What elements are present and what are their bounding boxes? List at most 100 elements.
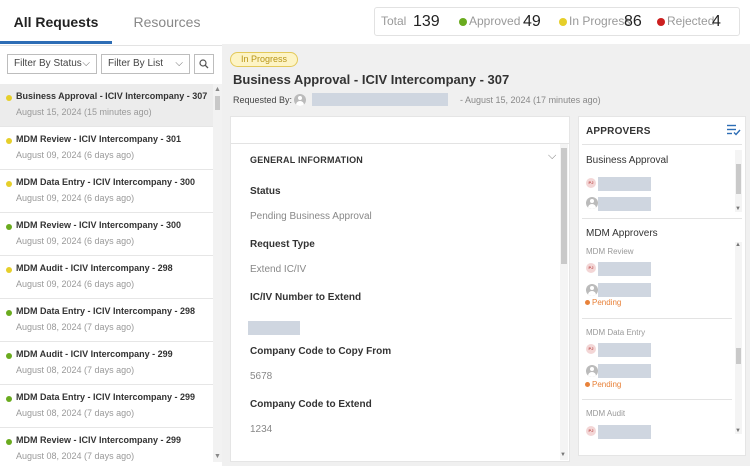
- divider: [582, 144, 742, 145]
- chevron-down-icon[interactable]: ⌵: [548, 150, 556, 163]
- list-item-title: MDM Review - ICIV Intercompany - 299: [16, 435, 182, 445]
- list-item-date: August 08, 2024 (7 days ago): [16, 365, 135, 375]
- list-item[interactable]: MDM Review - ICIV Intercompany - 300 Aug…: [0, 213, 213, 256]
- list-item-date: August 08, 2024 (7 days ago): [16, 408, 135, 418]
- filter-by-list-select[interactable]: Filter By List ⌵: [101, 54, 190, 74]
- field-label: IC/IV Number to Extend: [250, 292, 362, 303]
- field-value: 5678: [250, 371, 273, 382]
- rejected-count: 4: [712, 13, 721, 30]
- scroll-down-icon[interactable]: ▼: [735, 428, 741, 434]
- scrollbar-thumb[interactable]: [561, 148, 567, 264]
- approved-dot: [459, 18, 467, 26]
- list-check-icon[interactable]: [727, 124, 741, 136]
- filter-by-status-select[interactable]: Filter By Status ⌵: [7, 54, 97, 74]
- status-dot: [6, 224, 12, 230]
- list-scrollbar[interactable]: ▲ ▼: [213, 84, 222, 462]
- scrollbar-thumb[interactable]: [215, 96, 220, 110]
- approved-count: 49: [523, 13, 541, 30]
- redacted-approver: [598, 343, 651, 357]
- status-dot: [6, 267, 12, 273]
- total-count: 139: [413, 13, 440, 30]
- list-item-date: August 08, 2024 (7 days ago): [16, 451, 135, 461]
- list-item-title: MDM Review - ICIV Intercompany - 301: [16, 134, 182, 144]
- chevron-down-icon: ⌵: [82, 58, 90, 69]
- approver-step-name: MDM Data Entry: [586, 328, 646, 337]
- inprogress-dot: [559, 18, 567, 26]
- inprogress-label[interactable]: In Progress: [569, 8, 630, 35]
- filter-status-label: Filter By Status: [14, 58, 82, 69]
- approved-label[interactable]: Approved: [469, 8, 520, 35]
- list-item-date: August 09, 2024 (6 days ago): [16, 279, 135, 289]
- scrollbar-thumb[interactable]: [736, 164, 741, 194]
- approver-group-name: MDM Approvers: [586, 228, 658, 239]
- redacted-approver: [598, 283, 651, 297]
- field-label: Request Type: [250, 239, 315, 250]
- scroll-up-icon[interactable]: ▲: [735, 242, 741, 248]
- request-date: - August 15, 2024 (17 minutes ago): [460, 95, 601, 105]
- chevron-down-icon: ⌵: [175, 58, 183, 69]
- avatar: [586, 197, 598, 209]
- status-dot: [6, 181, 12, 187]
- approver-group-name: Business Approval: [586, 155, 669, 166]
- search-button[interactable]: [194, 54, 214, 74]
- list-item-date: August 15, 2024 (15 minutes ago): [16, 107, 152, 117]
- approver-step-name: MDM Audit: [586, 409, 626, 418]
- tab-all-requests[interactable]: All Requests: [0, 0, 112, 44]
- scroll-up-icon[interactable]: ▲: [214, 86, 221, 93]
- list-item[interactable]: MDM Data Entry - ICIV Intercompany - 299…: [0, 385, 213, 428]
- status-dot: [6, 353, 12, 359]
- divider: [582, 399, 732, 400]
- list-item[interactable]: MDM Audit - ICIV Intercompany - 299 Augu…: [0, 342, 213, 385]
- status-dot: [6, 138, 12, 144]
- status-dot: [6, 396, 12, 402]
- list-item-title: MDM Audit - ICIV Intercompany - 299: [16, 349, 173, 359]
- redacted-approver: [598, 364, 651, 378]
- details-scrollbar[interactable]: ▼: [560, 144, 568, 460]
- redacted-approver: [598, 262, 651, 276]
- filter-list-label: Filter By List: [108, 58, 164, 69]
- list-item[interactable]: MDM Data Entry - ICIV Intercompany - 300…: [0, 170, 213, 213]
- tab-resources[interactable]: Resources: [112, 0, 222, 44]
- tab-divider: [0, 45, 222, 46]
- field-label: Company Code to Copy From: [250, 346, 392, 357]
- scrollbar-thumb[interactable]: [736, 348, 741, 364]
- search-icon: [199, 59, 209, 69]
- scroll-down-icon[interactable]: ▼: [560, 452, 566, 458]
- list-item-title: Business Approval - ICIV Intercompany - …: [16, 91, 208, 101]
- redacted-approver: [598, 425, 651, 439]
- requested-by-label: Requested By:: [233, 95, 293, 105]
- list-item-title: MDM Data Entry - ICIV Intercompany - 300: [16, 177, 196, 187]
- field-value: 1234: [250, 424, 273, 435]
- pending-status: Pending: [585, 380, 621, 389]
- list-item[interactable]: MDM Data Entry - ICIV Intercompany - 298…: [0, 299, 213, 342]
- inprogress-count: 86: [624, 13, 642, 30]
- group-scrollbar[interactable]: ▲ ▼: [735, 242, 742, 434]
- total-label: Total: [381, 14, 407, 28]
- scroll-down-icon[interactable]: ▼: [735, 206, 741, 212]
- list-item[interactable]: MDM Review - ICIV Intercompany - 299 Aug…: [0, 428, 213, 462]
- details-card: [230, 116, 570, 462]
- avatar: [586, 365, 598, 377]
- approvers-title: APPROVERS: [586, 126, 651, 137]
- list-item[interactable]: MDM Review - ICIV Intercompany - 301 Aug…: [0, 127, 213, 170]
- avatar: [586, 284, 598, 296]
- list-item-title: MDM Review - ICIV Intercompany - 300: [16, 220, 182, 230]
- field-value: Pending Business Approval: [250, 211, 372, 222]
- approver-avatar: PJ: [586, 426, 596, 436]
- scroll-down-icon[interactable]: ▼: [214, 453, 221, 460]
- pending-status: Pending: [585, 298, 621, 307]
- approver-avatar: PJ: [586, 178, 596, 188]
- status-badge: In Progress: [230, 52, 299, 67]
- request-list: Business Approval - ICIV Intercompany - …: [0, 84, 213, 462]
- list-item[interactable]: Business Approval - ICIV Intercompany - …: [0, 84, 213, 127]
- rejected-label[interactable]: Rejected: [667, 8, 714, 35]
- list-item-date: August 09, 2024 (6 days ago): [16, 236, 135, 246]
- rejected-dot: [657, 18, 665, 26]
- divider: [582, 318, 732, 319]
- group-scrollbar[interactable]: ▼: [735, 150, 742, 212]
- section-general-information[interactable]: GENERAL INFORMATION: [250, 155, 363, 165]
- field-value: Extend IC/IV: [250, 264, 307, 275]
- redacted-approver: [598, 197, 651, 211]
- redacted-requester: [312, 93, 448, 106]
- list-item[interactable]: MDM Audit - ICIV Intercompany - 298 Augu…: [0, 256, 213, 299]
